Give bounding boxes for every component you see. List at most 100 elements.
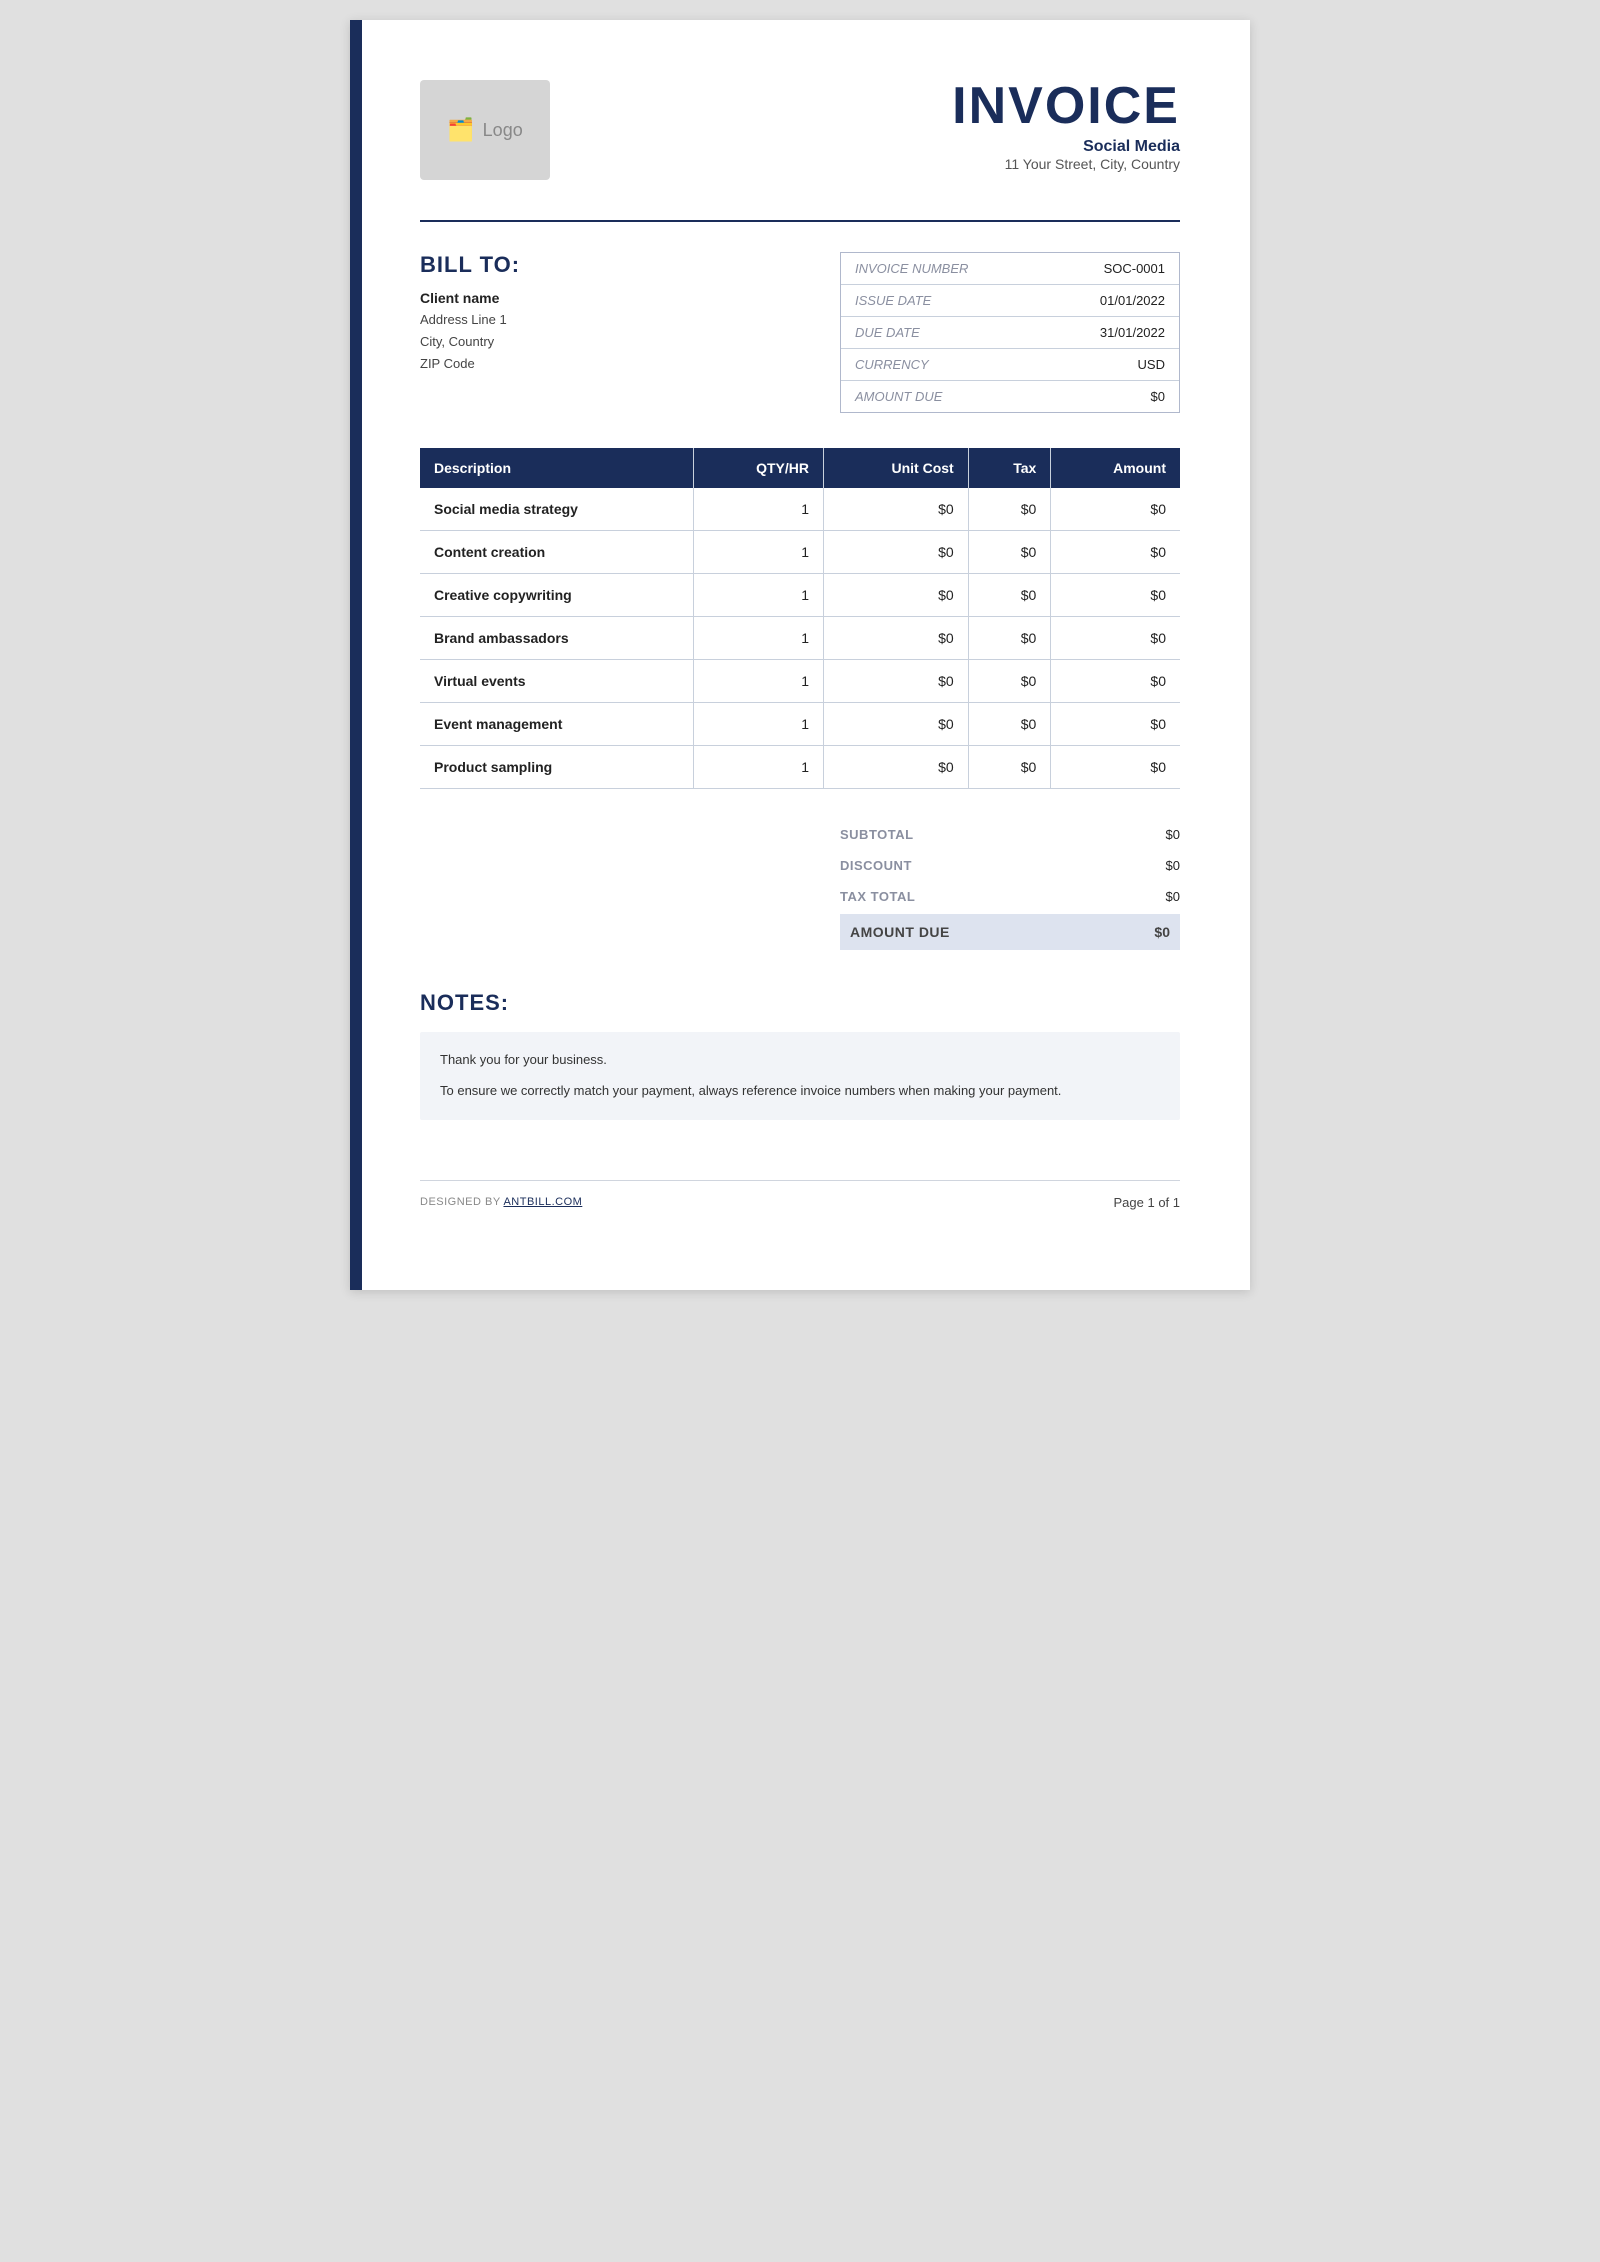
item-qty: 1	[694, 488, 824, 531]
invoice-detail-row: CURRENCY USD	[841, 349, 1179, 381]
header-divider	[420, 220, 1180, 222]
tax-total-label: TAX TOTAL	[840, 889, 915, 904]
item-qty: 1	[694, 703, 824, 746]
discount-row: DISCOUNT $0	[840, 850, 1180, 881]
col-amount: Amount	[1051, 448, 1180, 488]
totals-table: SUBTOTAL $0 DISCOUNT $0 TAX TOTAL $0 AMO…	[840, 819, 1180, 950]
detail-value: USD	[1045, 349, 1179, 381]
item-tax: $0	[968, 488, 1051, 531]
item-amount: $0	[1051, 617, 1180, 660]
company-name: Social Media	[952, 138, 1180, 156]
logo-text: Logo	[483, 120, 523, 141]
item-tax: $0	[968, 660, 1051, 703]
designed-by-link[interactable]: ANTBILL.COM	[503, 1196, 582, 1208]
item-description: Creative copywriting	[420, 574, 694, 617]
client-name: Client name	[420, 290, 840, 306]
item-amount: $0	[1051, 660, 1180, 703]
col-unit-cost: Unit Cost	[824, 448, 969, 488]
item-unit-cost: $0	[824, 617, 969, 660]
bill-to-label: BILL TO:	[420, 252, 840, 278]
footer-page: Page 1 of 1	[1114, 1195, 1181, 1210]
item-description: Brand ambassadors	[420, 617, 694, 660]
item-qty: 1	[694, 574, 824, 617]
detail-label: AMOUNT DUE	[841, 381, 1045, 413]
item-qty: 1	[694, 531, 824, 574]
item-amount: $0	[1051, 574, 1180, 617]
item-amount: $0	[1051, 488, 1180, 531]
item-qty: 1	[694, 660, 824, 703]
invoice-detail-row: AMOUNT DUE $0	[841, 381, 1179, 413]
item-unit-cost: $0	[824, 531, 969, 574]
item-tax: $0	[968, 531, 1051, 574]
item-tax: $0	[968, 617, 1051, 660]
detail-value: 31/01/2022	[1045, 317, 1179, 349]
invoice-details: INVOICE NUMBER SOC-0001 ISSUE DATE 01/01…	[840, 252, 1180, 413]
item-description: Product sampling	[420, 746, 694, 789]
table-row: Product sampling 1 $0 $0 $0	[420, 746, 1180, 789]
tax-total-value: $0	[1166, 889, 1180, 904]
invoice-detail-row: ISSUE DATE 01/01/2022	[841, 285, 1179, 317]
discount-label: DISCOUNT	[840, 858, 912, 873]
header-right: INVOICE Social Media 11 Your Street, Cit…	[952, 80, 1180, 172]
detail-value: 01/01/2022	[1045, 285, 1179, 317]
note-2: To ensure we correctly match your paymen…	[440, 1081, 1160, 1102]
table-row: Virtual events 1 $0 $0 $0	[420, 660, 1180, 703]
logo-icon: 🗂️	[447, 117, 474, 143]
logo-box: 🗂️ Logo	[420, 80, 550, 180]
tax-total-row: TAX TOTAL $0	[840, 881, 1180, 912]
address-line2: City, Country	[420, 334, 494, 349]
footer-designed: DESIGNED BY ANTBILL.COM	[420, 1196, 582, 1208]
table-row: Event management 1 $0 $0 $0	[420, 703, 1180, 746]
item-tax: $0	[968, 574, 1051, 617]
invoice-detail-row: DUE DATE 31/01/2022	[841, 317, 1179, 349]
item-unit-cost: $0	[824, 746, 969, 789]
detail-value: SOC-0001	[1045, 253, 1179, 285]
invoice-title: INVOICE	[952, 80, 1180, 132]
col-description: Description	[420, 448, 694, 488]
notes-label: NOTES:	[420, 990, 1180, 1016]
items-table: Description QTY/HR Unit Cost Tax Amount …	[420, 448, 1180, 789]
detail-label: DUE DATE	[841, 317, 1045, 349]
item-tax: $0	[968, 746, 1051, 789]
col-tax: Tax	[968, 448, 1051, 488]
amount-due-label: AMOUNT DUE	[850, 924, 950, 940]
subtotal-label: SUBTOTAL	[840, 827, 914, 842]
table-row: Content creation 1 $0 $0 $0	[420, 531, 1180, 574]
table-row: Brand ambassadors 1 $0 $0 $0	[420, 617, 1180, 660]
bill-to: BILL TO: Client name Address Line 1 City…	[420, 252, 840, 413]
item-amount: $0	[1051, 531, 1180, 574]
footer: DESIGNED BY ANTBILL.COM Page 1 of 1	[420, 1180, 1180, 1210]
notes-box: Thank you for your business. To ensure w…	[420, 1032, 1180, 1120]
designed-by-text: DESIGNED BY	[420, 1196, 501, 1208]
invoice-page: 🗂️ Logo INVOICE Social Media 11 Your Str…	[350, 20, 1250, 1290]
billing-section: BILL TO: Client name Address Line 1 City…	[420, 252, 1180, 413]
amount-due-value: $0	[1154, 924, 1170, 940]
table-row: Creative copywriting 1 $0 $0 $0	[420, 574, 1180, 617]
client-address: Address Line 1 City, Country ZIP Code	[420, 309, 840, 375]
item-description: Event management	[420, 703, 694, 746]
note-1: Thank you for your business.	[440, 1050, 1160, 1071]
notes-section: NOTES: Thank you for your business. To e…	[420, 990, 1180, 1120]
item-unit-cost: $0	[824, 703, 969, 746]
item-unit-cost: $0	[824, 574, 969, 617]
detail-value: $0	[1045, 381, 1179, 413]
item-qty: 1	[694, 746, 824, 789]
item-description: Social media strategy	[420, 488, 694, 531]
item-qty: 1	[694, 617, 824, 660]
subtotal-row: SUBTOTAL $0	[840, 819, 1180, 850]
item-amount: $0	[1051, 703, 1180, 746]
invoice-detail-row: INVOICE NUMBER SOC-0001	[841, 253, 1179, 285]
item-description: Virtual events	[420, 660, 694, 703]
item-tax: $0	[968, 703, 1051, 746]
company-address: 11 Your Street, City, Country	[952, 156, 1180, 172]
detail-label: INVOICE NUMBER	[841, 253, 1045, 285]
item-unit-cost: $0	[824, 660, 969, 703]
table-row: Social media strategy 1 $0 $0 $0	[420, 488, 1180, 531]
item-amount: $0	[1051, 746, 1180, 789]
item-unit-cost: $0	[824, 488, 969, 531]
discount-value: $0	[1166, 858, 1180, 873]
detail-label: CURRENCY	[841, 349, 1045, 381]
address-line3: ZIP Code	[420, 356, 475, 371]
item-description: Content creation	[420, 531, 694, 574]
subtotal-value: $0	[1166, 827, 1180, 842]
